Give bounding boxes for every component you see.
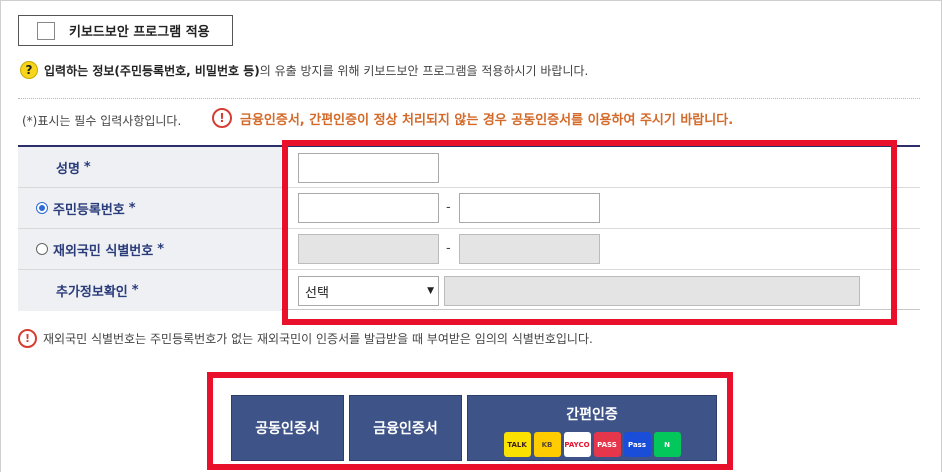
exclamation-icon: ! bbox=[212, 108, 232, 128]
resident-label-text: 주민등록번호 bbox=[53, 202, 125, 218]
notice-rest-text: 의 유출 방지를 위해 키보드보안 프로그램을 적용하시기 바랍니다. bbox=[259, 63, 589, 78]
resident-label[interactable]: 주민등록번호 * bbox=[18, 188, 281, 228]
auth-buttons-highlight-box bbox=[207, 372, 733, 470]
keyboard-security-toggle[interactable]: 키보드보안 프로그램 적용 bbox=[18, 15, 233, 46]
frame-left-border bbox=[0, 0, 1, 472]
required-note: (*)표시는 필수 입력사항입니다. bbox=[22, 114, 182, 128]
keyboard-security-notice: ? 입력하는 정보(주민등록번호, 비밀번호 등) 의 유출 방지를 위해 키보… bbox=[20, 60, 588, 80]
required-star: * bbox=[83, 159, 91, 175]
keyboard-security-label: 키보드보안 프로그램 적용 bbox=[69, 25, 210, 40]
foreign-radio[interactable] bbox=[36, 243, 48, 255]
foreign-label-text: 재외국민 식별번호 bbox=[53, 243, 154, 259]
foreign-id-notice-text: 재외국민 식별번호는 주민등록번호가 없는 재외국민이 인증서를 발급받을 때 … bbox=[43, 332, 593, 346]
resident-radio[interactable] bbox=[36, 202, 48, 214]
divider bbox=[18, 98, 920, 99]
extra-label-text: 추가정보확인 bbox=[56, 285, 128, 300]
foreign-id-notice: ! 재외국민 식별번호는 주민등록번호가 없는 재외국민이 인증서를 발급받을 … bbox=[18, 329, 593, 348]
required-star: * bbox=[131, 283, 139, 298]
required-star: * bbox=[128, 200, 136, 216]
name-label: 성명 * bbox=[18, 147, 281, 187]
frame-top-border bbox=[0, 0, 942, 1]
name-label-text: 성명 bbox=[56, 161, 80, 177]
keyboard-security-checkbox[interactable] bbox=[37, 21, 55, 40]
warning-notice: ! 금융인증서, 간편인증이 정상 처리되지 않는 경우 공동인증서를 이용하여… bbox=[212, 108, 733, 128]
notice-bold-text: 입력하는 정보(주민등록번호, 비밀번호 등) bbox=[44, 63, 260, 78]
question-icon: ? bbox=[20, 61, 38, 79]
input-highlight-box bbox=[282, 140, 897, 325]
extra-label: 추가정보확인 * bbox=[18, 270, 281, 311]
required-star: * bbox=[157, 241, 165, 257]
warning-text: 금융인증서, 간편인증이 정상 처리되지 않는 경우 공동인증서를 이용하여 주… bbox=[240, 112, 734, 128]
exclamation-icon: ! bbox=[18, 329, 37, 348]
foreign-label[interactable]: 재외국민 식별번호 * bbox=[18, 229, 281, 269]
